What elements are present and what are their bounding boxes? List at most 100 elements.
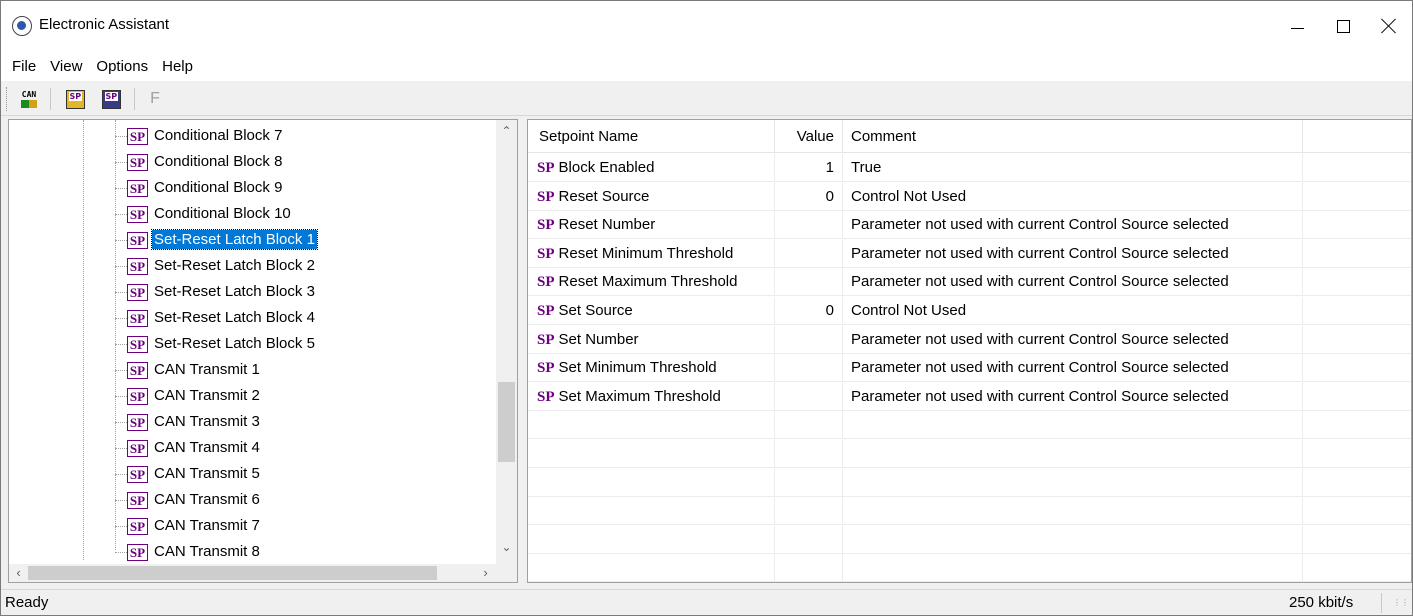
tree-item[interactable]: SP CAN Transmit 4 [115, 435, 495, 461]
tree-item[interactable]: SP CAN Transmit 8 [115, 539, 495, 565]
setpoint-value-cell[interactable] [775, 211, 843, 240]
setpoint-value-cell[interactable]: 0 [775, 297, 843, 325]
table-row[interactable]: SP Block Enabled 1 True [528, 154, 1411, 182]
tree-item-label[interactable]: CAN Transmit 7 [152, 516, 262, 535]
scroll-left-arrow-icon[interactable]: ‹ [10, 564, 27, 582]
tree-item-label[interactable]: Conditional Block 8 [152, 152, 284, 171]
tree-item-label[interactable]: Set-Reset Latch Block 5 [152, 334, 317, 353]
setpoint-name-cell[interactable]: SP Reset Maximum Threshold [528, 268, 775, 297]
tree-item[interactable]: SP CAN Transmit 7 [115, 513, 495, 539]
tree-item[interactable]: SP Conditional Block 10 [115, 201, 495, 227]
can-connect-button[interactable]: CAN [17, 87, 41, 111]
setpoint-name: Set Source [558, 302, 633, 319]
save-disk-icon: SP [101, 89, 121, 109]
tree-connector [115, 292, 127, 293]
setpoint-name-cell[interactable]: SP Reset Number [528, 211, 775, 240]
tree-item-label[interactable]: CAN Transmit 4 [152, 438, 262, 457]
tree-guide-line [83, 120, 84, 560]
resize-grip-icon[interactable]: ⋮⋮ [1393, 599, 1409, 612]
panel-splitter[interactable] [520, 119, 526, 583]
column-header-value[interactable]: Value [775, 120, 843, 153]
scroll-up-arrow-icon[interactable]: ⌃ [496, 124, 517, 141]
tree-item-label[interactable]: CAN Transmit 2 [152, 386, 262, 405]
tree-item[interactable]: SP CAN Transmit 1 [115, 357, 495, 383]
tree-item-label[interactable]: Conditional Block 7 [152, 126, 284, 145]
tree-item-label[interactable]: CAN Transmit 3 [152, 412, 262, 431]
filler-cell [1303, 354, 1411, 382]
scroll-right-arrow-icon[interactable]: › [477, 564, 494, 582]
tree-item[interactable]: SP Set-Reset Latch Block 4 [115, 305, 495, 331]
toolbar: CAN SP SP F [1, 82, 1412, 116]
close-button[interactable] [1366, 1, 1412, 51]
table-row[interactable]: SP Set Minimum Threshold Parameter not use… [528, 354, 1411, 383]
tree-item[interactable]: SP Set-Reset Latch Block 1 [115, 227, 495, 253]
tree-horizontal-scroll-thumb[interactable] [28, 566, 437, 580]
tree-item[interactable]: SP CAN Transmit 2 [115, 383, 495, 409]
setpoint-name: Reset Source [558, 187, 650, 205]
setpoint-tree[interactable]: SP Conditional Block 7 SP Conditional Block… [8, 119, 518, 583]
maximize-button[interactable] [1320, 1, 1366, 51]
setpoint-name-cell[interactable]: SP Set Number [528, 325, 775, 354]
tree-item-label[interactable]: CAN Transmit 6 [152, 490, 262, 509]
menu-options[interactable]: Options [89, 54, 155, 79]
f-button[interactable]: F [143, 87, 167, 111]
setpoint-value-cell[interactable] [775, 325, 843, 354]
tree-item[interactable]: SP CAN Transmit 3 [115, 409, 495, 435]
setpoint-name-cell[interactable]: SP Set Source [528, 297, 775, 325]
setpoint-value-cell[interactable] [775, 239, 843, 268]
menu-file[interactable]: File [5, 54, 43, 79]
tree-item-label[interactable]: Set-Reset Latch Block 4 [152, 308, 317, 327]
tree-connector [115, 266, 127, 267]
setpoint-comment-cell [843, 525, 1303, 554]
tree-horizontal-scrollbar[interactable]: ‹ › [9, 564, 496, 582]
tree-item[interactable]: SP Set-Reset Latch Block 2 [115, 253, 495, 279]
tree-item[interactable]: SP Conditional Block 9 [115, 175, 495, 201]
tree-item-label[interactable]: Set-Reset Latch Block 2 [152, 256, 317, 275]
setpoint-name-cell[interactable]: SP Set Minimum Threshold [528, 354, 775, 383]
tree-item[interactable]: SP Set-Reset Latch Block 5 [115, 331, 495, 357]
toolbar-separator [50, 88, 51, 110]
table-row[interactable]: SP Set Number Parameter not used with curr… [528, 325, 1411, 354]
table-row[interactable]: SP Reset Maximum Threshold Parameter not u… [528, 268, 1411, 297]
table-row[interactable]: SP Set Source 0 Control Not Used [528, 297, 1411, 325]
menu-view[interactable]: View [43, 54, 89, 79]
setpoint-comment-cell: Control Not Used [843, 297, 1303, 325]
tree-item[interactable]: SP CAN Transmit 6 [115, 487, 495, 513]
setpoint-value-cell[interactable] [775, 382, 843, 411]
toolbar-grip[interactable] [6, 87, 9, 111]
open-setpoint-file-button[interactable]: SP [63, 87, 87, 111]
save-setpoint-file-button[interactable]: SP [99, 87, 123, 111]
setpoint-name-cell[interactable]: SP Block Enabled [528, 154, 775, 182]
setpoint-name-cell[interactable]: SP Set Maximum Threshold [528, 382, 775, 411]
tree-item-label[interactable]: Set-Reset Latch Block 3 [152, 282, 317, 301]
tree-item-label[interactable]: Set-Reset Latch Block 1 [151, 229, 318, 250]
setpoint-name-cell[interactable]: SP Reset Minimum Threshold [528, 239, 775, 268]
scroll-down-arrow-icon[interactable]: ⌄ [496, 540, 517, 557]
tree-item[interactable]: SP Conditional Block 7 [115, 123, 495, 149]
table-row[interactable]: SP Reset Minimum Threshold Parameter not u… [528, 239, 1411, 268]
tree-item-label[interactable]: CAN Transmit 1 [152, 360, 262, 379]
setpoint-value-cell[interactable] [775, 354, 843, 383]
setpoint-icon: SP [127, 310, 148, 327]
minimize-button[interactable] [1274, 1, 1320, 51]
setpoint-value-cell[interactable]: 1 [775, 154, 843, 182]
tree-item[interactable]: SP Set-Reset Latch Block 3 [115, 279, 495, 305]
setpoint-value-cell[interactable]: 0 [775, 182, 843, 211]
column-header-comment[interactable]: Comment [843, 120, 1303, 153]
setpoint-name-cell[interactable]: SP Reset Source [528, 182, 775, 211]
column-header-setpoint-name[interactable]: Setpoint Name [528, 120, 775, 153]
f-label: F [150, 90, 160, 107]
tree-item[interactable]: SP Conditional Block 8 [115, 149, 495, 175]
tree-item-label[interactable]: CAN Transmit 8 [152, 542, 262, 561]
menu-help[interactable]: Help [155, 54, 200, 79]
table-row[interactable]: SP Reset Number Parameter not used with cu… [528, 211, 1411, 240]
tree-item-label[interactable]: Conditional Block 9 [152, 178, 284, 197]
table-row[interactable]: SP Reset Source 0 Control Not Used [528, 182, 1411, 211]
tree-vertical-scroll-thumb[interactable] [498, 382, 515, 462]
tree-item[interactable]: SP CAN Transmit 5 [115, 461, 495, 487]
tree-item-label[interactable]: CAN Transmit 5 [152, 464, 262, 483]
table-row[interactable]: SP Set Maximum Threshold Parameter not use… [528, 382, 1411, 411]
tree-item-label[interactable]: Conditional Block 10 [152, 204, 293, 223]
tree-vertical-scrollbar[interactable]: ⌃ ⌄ [496, 120, 517, 564]
setpoint-value-cell[interactable] [775, 268, 843, 297]
